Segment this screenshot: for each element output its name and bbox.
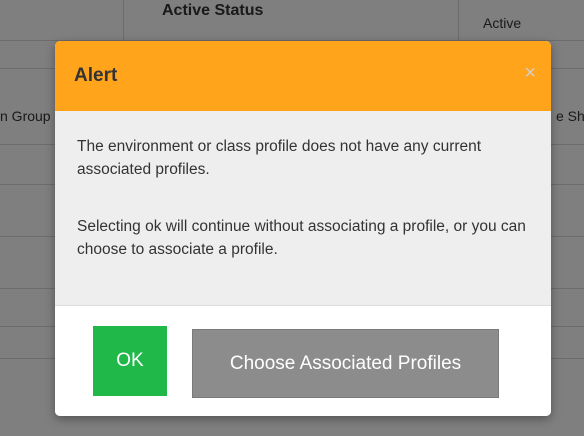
alert-dialog-footer: OK Choose Associated Profiles bbox=[55, 306, 551, 416]
close-icon[interactable]: × bbox=[524, 63, 536, 83]
ok-button[interactable]: OK bbox=[93, 326, 167, 396]
alert-dialog-title: Alert bbox=[74, 65, 118, 86]
alert-message: The environment or class profile does no… bbox=[77, 138, 482, 178]
alert-instructions: Selecting ok will continue without assoc… bbox=[77, 218, 526, 258]
alert-dialog: Alert × The environment or class profile… bbox=[55, 41, 551, 416]
alert-dialog-body: The environment or class profile does no… bbox=[55, 111, 551, 306]
alert-dialog-header: Alert × bbox=[55, 41, 551, 111]
choose-associated-profiles-button[interactable]: Choose Associated Profiles bbox=[192, 329, 499, 398]
